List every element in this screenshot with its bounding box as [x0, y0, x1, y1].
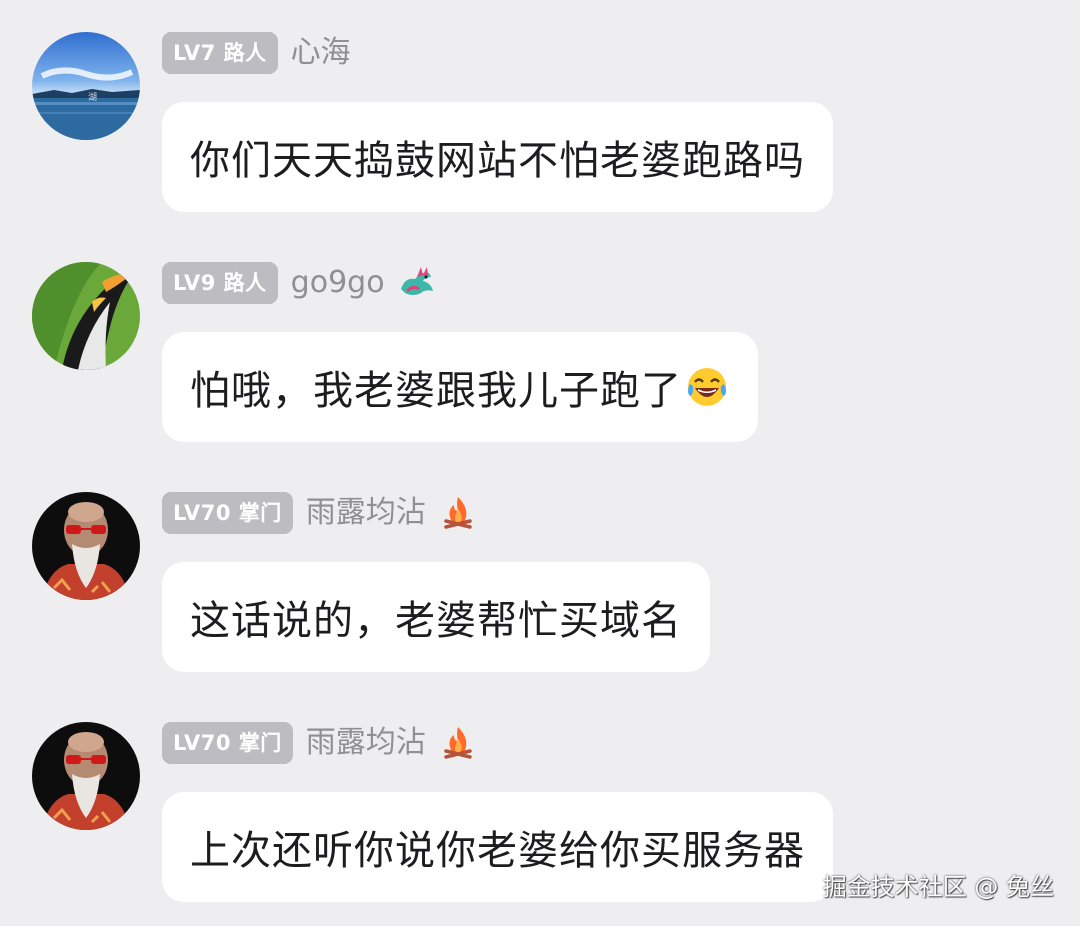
level-badge: LV9 路人: [162, 262, 278, 304]
bald-man-sunglasses-avatar[interactable]: [32, 492, 140, 600]
message-text: 怕哦，我老婆跟我儿子跑了: [190, 368, 682, 414]
message-bubble[interactable]: 这话说的，老婆帮忙买域名: [162, 562, 710, 672]
username[interactable]: go9go: [291, 262, 385, 304]
comment-thread: { "colors": { "page_background": "#eeeef…: [0, 0, 1080, 926]
lake-landscape-avatar[interactable]: 湖: [32, 32, 140, 140]
penguin-avatar[interactable]: [32, 262, 140, 370]
message-text: 这话说的，老婆帮忙买域名: [190, 598, 682, 644]
level-badge: LV7 路人: [162, 32, 278, 74]
username[interactable]: 雨露均沾: [306, 492, 426, 534]
message-bubble[interactable]: 怕哦，我老婆跟我儿子跑了: [162, 332, 758, 442]
bald-man-sunglasses-avatar[interactable]: [32, 722, 140, 830]
svg-text:湖: 湖: [88, 92, 97, 103]
level-badge: LV70 掌门: [162, 722, 293, 764]
username[interactable]: 心海: [291, 32, 351, 74]
message-bubble[interactable]: 上次还听你说你老婆给你买服务器: [162, 792, 833, 902]
comment-meta: LV70 掌门 雨露均沾: [162, 492, 478, 534]
level-badge: LV70 掌门: [162, 492, 293, 534]
tears-of-joy-emoji: [684, 364, 730, 410]
message-bubble[interactable]: 你们天天捣鼓网站不怕老婆跑路吗: [162, 102, 833, 212]
message-text: 你们天天捣鼓网站不怕老婆跑路吗: [190, 138, 805, 184]
comment-meta: LV7 路人 心海: [162, 32, 351, 74]
comment-meta: LV70 掌门 雨露均沾: [162, 722, 478, 764]
username[interactable]: 雨露均沾: [306, 722, 426, 764]
campfire-icon: [438, 723, 478, 763]
campfire-icon: [438, 493, 478, 533]
comment-meta: LV9 路人 go9go: [162, 262, 437, 304]
message-text: 上次还听你说你老婆给你买服务器: [190, 828, 805, 874]
dragon-icon: [397, 263, 437, 303]
watermark: 掘金技术社区 @ 兔丝: [822, 873, 1054, 901]
